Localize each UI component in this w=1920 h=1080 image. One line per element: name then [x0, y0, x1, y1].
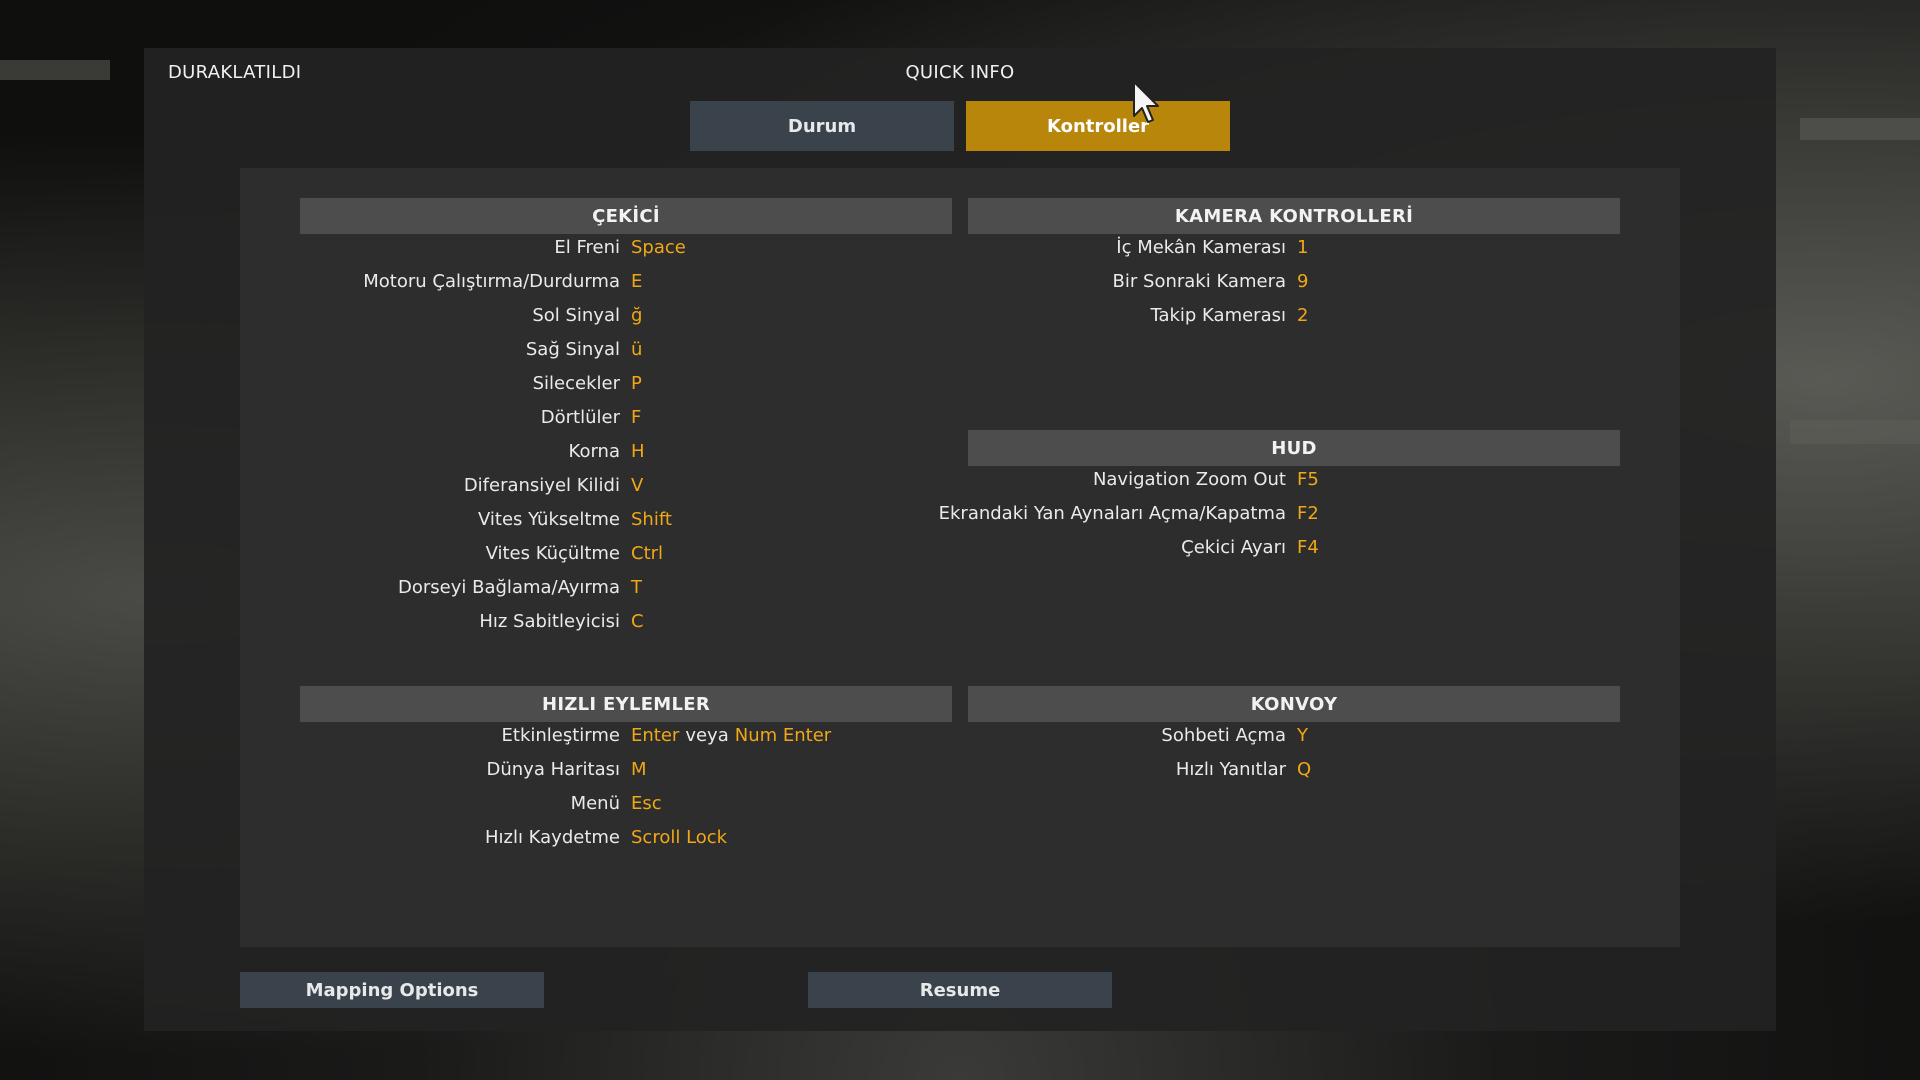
control-label: Takip Kamerası	[1150, 304, 1286, 326]
list-item: Menü Esc	[300, 786, 662, 820]
list-item: Takip Kamerası 2	[880, 298, 1308, 332]
list-item: Sohbeti Açma Y	[880, 718, 1308, 752]
control-label: Bir Sonraki Kamera	[1112, 270, 1286, 292]
control-label: İç Mekân Kamerası	[1116, 236, 1286, 258]
section-header-hud: HUD	[968, 430, 1620, 466]
list-item: Hız Sabitleyicisi C	[300, 604, 644, 638]
background-stripe	[1800, 118, 1920, 140]
quick-info-panel: DURAKLATILDI QUICK INFO Durum Kontroller…	[144, 48, 1776, 1031]
control-label: Hız Sabitleyicisi	[479, 610, 620, 632]
key-binding: Ctrl	[631, 542, 664, 564]
control-label: Menü	[570, 792, 620, 814]
key-binding: F2	[1297, 502, 1319, 524]
list-item: Navigation Zoom Out F5	[880, 462, 1319, 496]
key-binding: Q	[1297, 758, 1312, 780]
key-binding: 1	[1297, 236, 1309, 258]
list-item: Vites Küçültme Ctrl	[300, 536, 663, 570]
list-item: Dorseyi Bağlama/Ayırma T	[300, 570, 642, 604]
key-binding: H	[631, 440, 645, 462]
control-label: Vites Küçültme	[485, 542, 620, 564]
list-item: Korna H	[300, 434, 645, 468]
control-label: El Freni	[554, 236, 620, 258]
control-label: Sohbeti Açma	[1161, 724, 1286, 746]
control-label: Çekici Ayarı	[1181, 536, 1286, 558]
control-label: Navigation Zoom Out	[1092, 468, 1286, 490]
key-binding: Space	[631, 236, 686, 258]
tab-kontroller[interactable]: Kontroller	[966, 101, 1230, 151]
key-binding: Scroll Lock	[631, 826, 728, 848]
control-label: Dörtlüler	[540, 406, 620, 428]
control-label: Sağ Sinyal	[525, 338, 620, 360]
key-binding: M	[631, 758, 647, 780]
list-item: Etkinleştirme Enter veya Num Enter	[300, 718, 832, 752]
list-item: Vites Yükseltme Shift	[300, 502, 672, 536]
key-binding: Enter	[631, 724, 680, 746]
list-item: Dünya Haritası M	[300, 752, 647, 786]
key-binding: P	[631, 372, 642, 394]
section-header-hizli: HIZLI EYLEMLER	[300, 686, 952, 722]
key-binding: E	[631, 270, 643, 292]
list-item: Silecekler P	[300, 366, 642, 400]
key-binding: 2	[1297, 304, 1309, 326]
mouse-cursor-icon	[1133, 81, 1159, 123]
key-binding: C	[631, 610, 644, 632]
list-item: Hızlı Kaydetme Scroll Lock	[300, 820, 727, 854]
control-label: Hızlı Kaydetme	[484, 826, 620, 848]
control-label: Dünya Haritası	[486, 758, 620, 780]
key-binding: F	[631, 406, 642, 428]
key-binding: 9	[1297, 270, 1309, 292]
list-item: Dörtlüler F	[300, 400, 642, 434]
key-binding: ü	[631, 338, 643, 360]
background-stripe	[0, 60, 110, 80]
control-label: Korna	[568, 440, 620, 462]
list-item: Hızlı Yanıtlar Q	[880, 752, 1311, 786]
control-label: Silecekler	[532, 372, 620, 394]
section-header-konvoy: KONVOY	[968, 686, 1620, 722]
control-label: Etkinleştirme	[501, 724, 620, 746]
list-item: Bir Sonraki Kamera 9	[880, 264, 1309, 298]
key-binding: Esc	[631, 792, 662, 814]
key-binding: F5	[1297, 468, 1319, 490]
control-label: Hızlı Yanıtlar	[1175, 758, 1286, 780]
control-label: Diferansiyel Kilidi	[463, 474, 620, 496]
control-label: Sol Sinyal	[532, 304, 620, 326]
key-binding: Y	[1297, 724, 1308, 746]
list-item: Sağ Sinyal ü	[300, 332, 643, 366]
list-item: Ekrandaki Yan Aynaları Açma/Kapatma F2	[880, 496, 1319, 530]
list-item: El Freni Space	[300, 230, 686, 264]
tab-durum[interactable]: Durum	[690, 101, 954, 151]
control-label: Ekrandaki Yan Aynaları Açma/Kapatma	[938, 502, 1286, 524]
control-label: Vites Yükseltme	[477, 508, 620, 530]
controls-content: ÇEKİCİ El Freni Space Motoru Çalıştırma/D…	[240, 168, 1680, 947]
list-item: Çekici Ayarı F4	[880, 530, 1319, 564]
control-label: Motoru Çalıştırma/Durdurma	[363, 270, 620, 292]
section-header-kamera: KAMERA KONTROLLERİ	[968, 198, 1620, 234]
control-label: Dorseyi Bağlama/Ayırma	[398, 576, 620, 598]
key-binding: V	[631, 474, 644, 496]
page-title: QUICK INFO	[905, 62, 1015, 83]
key-binding: ğ	[631, 304, 643, 326]
resume-button[interactable]: Resume	[808, 972, 1112, 1008]
key-separator: veya	[685, 724, 729, 746]
list-item: İç Mekân Kamerası 1	[880, 230, 1308, 264]
key-binding: F4	[1297, 536, 1319, 558]
key-binding: T	[631, 576, 642, 598]
key-binding-alt: Num Enter	[734, 724, 832, 746]
list-item: Motoru Çalıştırma/Durdurma E	[300, 264, 642, 298]
section-header-cekici: ÇEKİCİ	[300, 198, 952, 234]
list-item: Sol Sinyal ğ	[300, 298, 642, 332]
list-item: Diferansiyel Kilidi V	[300, 468, 644, 502]
key-binding: Shift	[631, 508, 672, 530]
mapping-options-button[interactable]: Mapping Options	[240, 972, 544, 1008]
background-stripe	[1790, 420, 1920, 444]
